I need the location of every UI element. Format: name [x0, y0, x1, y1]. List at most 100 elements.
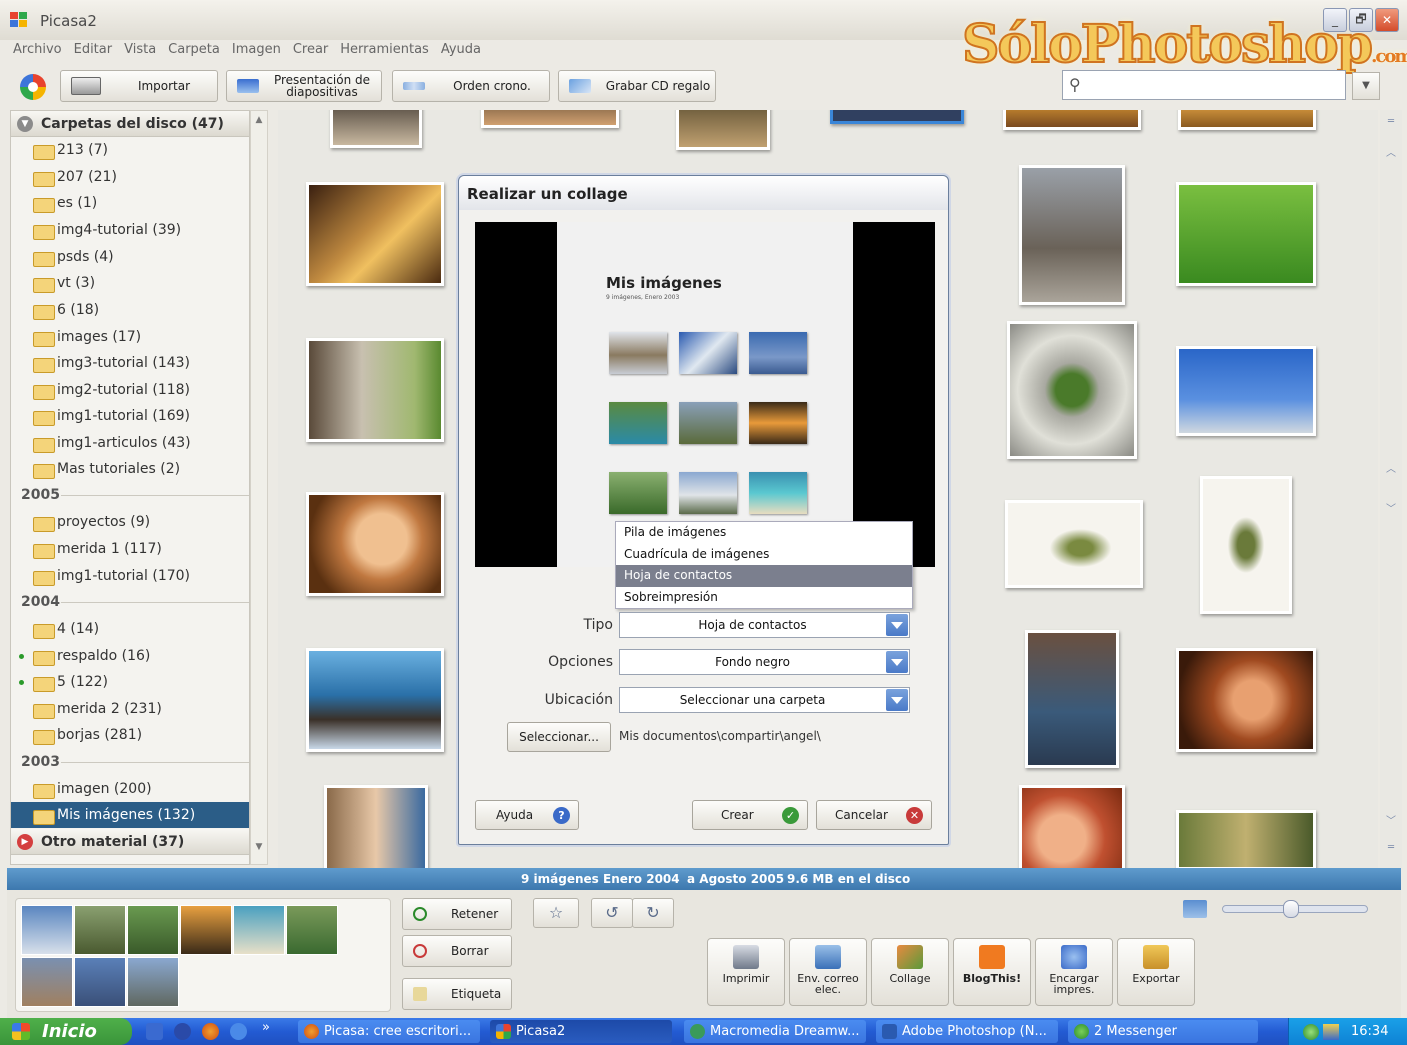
network-tray-icon[interactable]: [1323, 1024, 1339, 1040]
photo-thumbnail[interactable]: [1176, 346, 1316, 436]
timeline-button[interactable]: Orden crono.: [392, 70, 550, 102]
photo-thumbnail[interactable]: [1003, 110, 1141, 130]
order-prints-button[interactable]: Encargar impres.: [1035, 938, 1113, 1006]
photo-thumbnail[interactable]: [1176, 648, 1316, 752]
menu-archivo[interactable]: Archivo: [0, 40, 68, 62]
export-button[interactable]: Exportar: [1117, 938, 1195, 1006]
tray-thumbnail[interactable]: [127, 905, 179, 955]
import-button[interactable]: Importar: [60, 70, 218, 102]
zoom-slider[interactable]: [1222, 900, 1368, 918]
menu-herramientas[interactable]: Herramientas: [334, 40, 435, 62]
menu-editar[interactable]: Editar: [68, 40, 119, 62]
photo-thumbnail[interactable]: [830, 110, 964, 124]
task-firefox[interactable]: Picasa: cree escritori...: [298, 1020, 480, 1043]
star-button[interactable]: ☆: [533, 898, 579, 928]
tray-thumbnail[interactable]: [127, 957, 179, 1007]
tray-thumbnail[interactable]: [233, 905, 285, 955]
scroll-up-icon[interactable]: ︿: [1382, 144, 1400, 162]
search-options-button[interactable]: ▼: [1352, 72, 1380, 100]
photo-thumbnail[interactable]: [306, 492, 444, 596]
tray-thumbnail[interactable]: [21, 957, 73, 1007]
other-material-header[interactable]: ▶ Otro material (37): [11, 829, 249, 855]
folder-item[interactable]: 213 (7): [33, 137, 249, 163]
folder-item[interactable]: img1-tutorial (169): [33, 403, 249, 429]
email-button[interactable]: Env. correo elec.: [789, 938, 867, 1006]
tray-thumbnail[interactable]: [74, 905, 126, 955]
label-button[interactable]: Etiqueta: [402, 978, 512, 1010]
quicklaunch-ie2-icon[interactable]: [230, 1023, 247, 1040]
quicklaunch-overflow[interactable]: »: [262, 1020, 270, 1035]
photo-thumbnail[interactable]: [1025, 630, 1119, 768]
folder-item[interactable]: images (17): [33, 324, 249, 350]
folder-item[interactable]: psds (4): [33, 244, 249, 270]
tray-thumbnail[interactable]: [74, 957, 126, 1007]
menu-vista[interactable]: Vista: [118, 40, 162, 62]
quicklaunch-ie-icon[interactable]: [146, 1023, 163, 1040]
folder-item[interactable]: img4-tutorial (39): [33, 217, 249, 243]
tray-thumbnail[interactable]: [286, 905, 338, 955]
photo-thumbnail[interactable]: [1007, 321, 1137, 459]
photo-thumbnail[interactable]: [1019, 785, 1125, 868]
slideshow-button[interactable]: Presentación de diapositivas: [226, 70, 382, 102]
quicklaunch-firefox-icon[interactable]: [202, 1023, 219, 1040]
scroll-up-icon[interactable]: ︿: [1382, 460, 1400, 478]
collage-button[interactable]: Collage: [871, 938, 949, 1006]
disk-folders-header[interactable]: ▼ Carpetas del disco (47): [11, 111, 249, 137]
folder-item[interactable]: 5 (122): [19, 669, 249, 695]
scroll-down-icon[interactable]: ﹀: [1382, 812, 1400, 830]
rotate-left-button[interactable]: ↺: [591, 898, 633, 928]
option-pila[interactable]: Pila de imágenes: [616, 522, 912, 544]
scroll-top-icon[interactable]: ═: [1382, 116, 1400, 134]
dropdown-arrow-icon[interactable]: [886, 614, 908, 636]
type-select[interactable]: Hoja de contactos: [619, 612, 910, 638]
photo-thumbnail[interactable]: [1178, 110, 1316, 130]
option-cuadricula[interactable]: Cuadrícula de imágenes: [616, 544, 912, 566]
option-sobreimpresion[interactable]: Sobreimpresión: [616, 587, 912, 609]
help-button[interactable]: Ayuda?: [475, 800, 579, 830]
task-picasa[interactable]: Picasa2: [490, 1020, 672, 1043]
task-photoshop[interactable]: Adobe Photoshop (N...: [876, 1020, 1058, 1043]
select-folder-button[interactable]: Seleccionar...: [507, 722, 611, 752]
create-button[interactable]: Crear ✓: [692, 800, 808, 830]
folder-item[interactable]: proyectos (9): [33, 509, 249, 535]
menu-imagen[interactable]: Imagen: [226, 40, 287, 62]
folder-item-selected[interactable]: Mis imágenes (132): [11, 802, 249, 828]
photo-thumbnail[interactable]: [330, 110, 422, 148]
menu-carpeta[interactable]: Carpeta: [162, 40, 226, 62]
slider-knob[interactable]: [1283, 900, 1299, 918]
folder-item[interactable]: 6 (18): [33, 297, 249, 323]
dropdown-arrow-icon[interactable]: [886, 689, 908, 711]
photo-thumbnail[interactable]: [324, 785, 428, 868]
photo-thumbnail[interactable]: [306, 182, 444, 286]
gallery-scrollbar[interactable]: ═ ︿ ︿ ﹀ ﹀ ═: [1380, 110, 1402, 868]
close-button[interactable]: ✕: [1375, 8, 1399, 32]
photo-thumbnail[interactable]: [306, 338, 444, 442]
folder-item[interactable]: img1-articulos (43): [33, 430, 249, 456]
restore-button[interactable]: 🗗: [1349, 8, 1373, 32]
quicklaunch-globe-icon[interactable]: [174, 1023, 191, 1040]
folder-item[interactable]: es (1): [33, 190, 249, 216]
rotate-right-button[interactable]: ↻: [632, 898, 674, 928]
print-button[interactable]: Imprimir: [707, 938, 785, 1006]
dropdown-arrow-icon[interactable]: [886, 651, 908, 673]
burn-cd-button[interactable]: Grabar CD regalo: [558, 70, 716, 102]
folder-item[interactable]: img2-tutorial (118): [33, 377, 249, 403]
menu-crear[interactable]: Crear: [287, 40, 334, 62]
photo-thumbnail[interactable]: [1005, 500, 1143, 588]
tray-thumbnail[interactable]: [21, 905, 73, 955]
option-hoja-contactos[interactable]: Hoja de contactos: [616, 565, 912, 587]
folder-item[interactable]: merida 1 (117): [33, 536, 249, 562]
photo-thumbnail[interactable]: [306, 648, 444, 752]
search-input[interactable]: ⚲: [1062, 70, 1346, 100]
scroll-up-icon[interactable]: ▲: [252, 115, 266, 133]
sidebar-scrollbar[interactable]: ▲ ▼: [250, 110, 268, 865]
cancel-button[interactable]: Cancelar ✕: [816, 800, 932, 830]
scroll-bottom-icon[interactable]: ═: [1382, 842, 1400, 860]
photo-thumbnail[interactable]: [481, 110, 619, 128]
folder-item[interactable]: respaldo (16): [19, 643, 249, 669]
scroll-down-icon[interactable]: ﹀: [1382, 500, 1400, 518]
task-dreamweaver[interactable]: Macromedia Dreamw...: [684, 1020, 866, 1043]
photo-thumbnail[interactable]: [1019, 165, 1125, 305]
folder-item[interactable]: merida 2 (231): [33, 696, 249, 722]
folder-item[interactable]: img3-tutorial (143): [33, 350, 249, 376]
